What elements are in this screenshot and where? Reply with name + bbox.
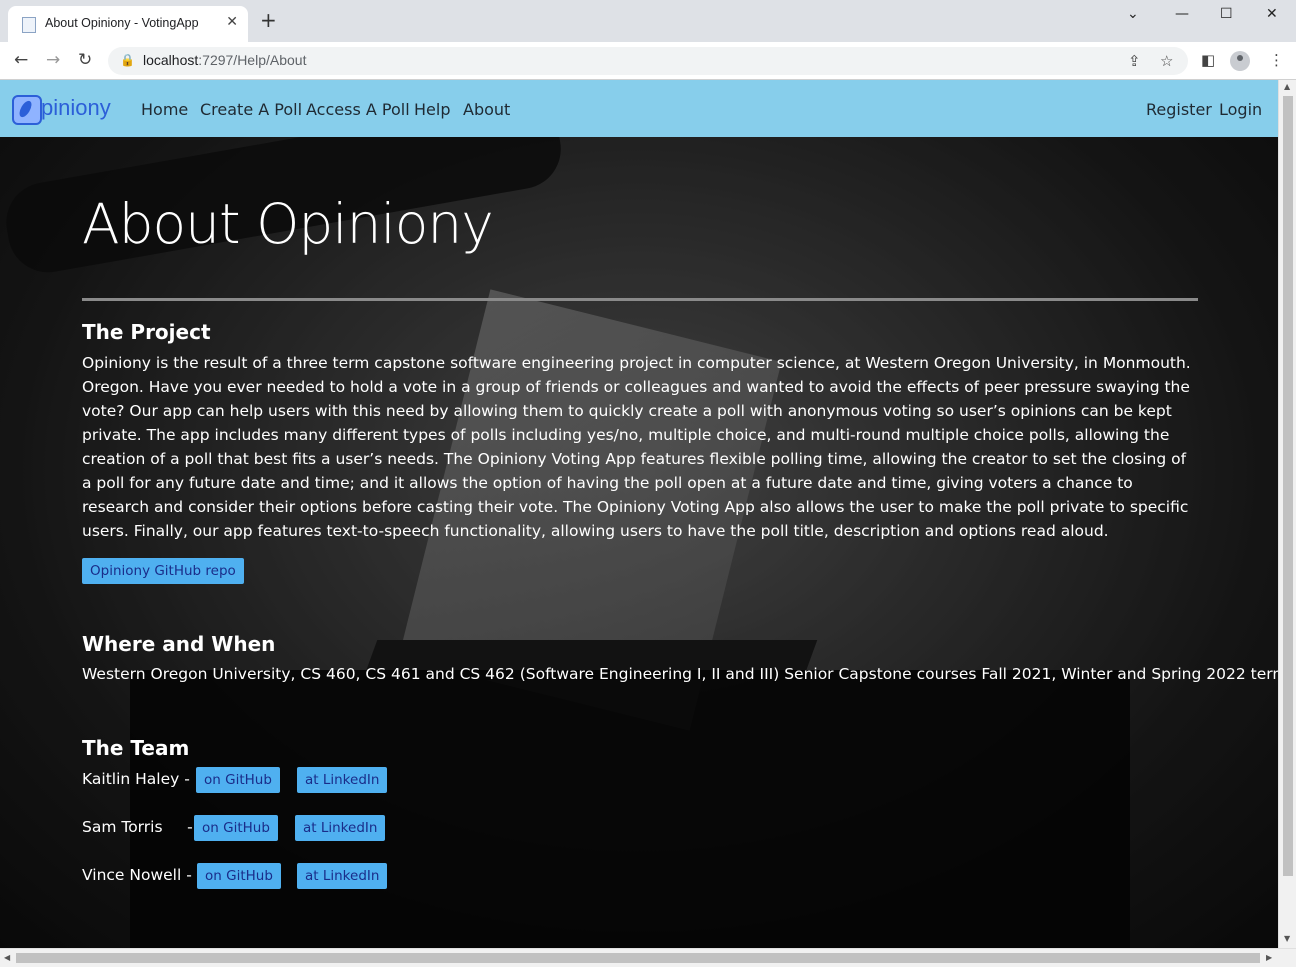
share-icon[interactable]: ⇪ xyxy=(1128,52,1141,70)
member-linkedin-button[interactable]: at LinkedIn xyxy=(295,815,386,841)
title-divider xyxy=(82,298,1198,301)
scroll-down-icon[interactable]: ▼ xyxy=(1284,934,1290,943)
browser-tab[interactable]: About Opiniony - VotingApp ✕ xyxy=(8,6,248,42)
bookmark-star-icon[interactable]: ☆ xyxy=(1160,52,1173,70)
browser-tab-bar: About Opiniony - VotingApp ✕ + ⌄ — ☐ ✕ xyxy=(0,0,1296,42)
scroll-up-icon[interactable]: ▲ xyxy=(1284,82,1290,91)
vertical-scroll-thumb[interactable] xyxy=(1283,96,1293,876)
lock-icon: 🔒 xyxy=(120,53,135,67)
close-tab-icon[interactable]: ✕ xyxy=(226,14,238,30)
nav-home[interactable]: Home xyxy=(141,100,188,119)
team-member-name: Vince Nowell - xyxy=(82,866,192,884)
project-heading: The Project xyxy=(82,320,211,344)
url-text: localhost:7297/Help/About xyxy=(143,52,307,68)
vertical-scrollbar[interactable]: ▲ ▼ xyxy=(1278,80,1296,948)
profile-avatar-icon[interactable] xyxy=(1230,51,1250,71)
scroll-left-icon[interactable]: ◀ xyxy=(4,953,10,962)
side-panel-icon[interactable]: ◧ xyxy=(1201,51,1215,69)
tab-search-icon[interactable]: ⌄ xyxy=(1127,6,1139,22)
member-linkedin-button[interactable]: at LinkedIn xyxy=(297,767,388,793)
project-description: Opiniony is the result of a three term c… xyxy=(82,354,1191,540)
nav-login[interactable]: Login xyxy=(1219,100,1262,119)
nav-access-poll[interactable]: Access A Poll xyxy=(306,100,410,119)
where-when-text: Western Oregon University, CS 460, CS 46… xyxy=(82,665,1278,683)
horizontal-scroll-thumb[interactable] xyxy=(16,953,1260,963)
nav-register[interactable]: Register xyxy=(1146,100,1212,119)
forward-icon[interactable]: → xyxy=(46,50,60,70)
minimize-icon[interactable]: — xyxy=(1175,6,1189,22)
page-title: About Opiniony xyxy=(82,192,494,256)
tab-title: About Opiniony - VotingApp xyxy=(45,16,199,30)
nav-create-poll[interactable]: Create A Poll xyxy=(200,100,302,119)
member-linkedin-button[interactable]: at LinkedIn xyxy=(297,863,388,889)
opiniony-logo-icon xyxy=(12,95,42,125)
site-navbar: piniony Home Create A Poll Access A Poll… xyxy=(0,80,1278,137)
menu-kebab-icon[interactable]: ⋮ xyxy=(1269,51,1284,69)
close-window-icon[interactable]: ✕ xyxy=(1266,6,1278,22)
member-github-button[interactable]: on GitHub xyxy=(196,767,280,793)
horizontal-scrollbar[interactable]: ◀ ▶ xyxy=(0,948,1296,967)
address-bar[interactable]: 🔒 localhost:7297/Help/About ⇪ ☆ xyxy=(108,47,1188,75)
maximize-icon[interactable]: ☐ xyxy=(1220,6,1233,22)
new-tab-icon[interactable]: + xyxy=(260,10,277,30)
team-member-name: Sam Torris - xyxy=(82,818,193,836)
brand-name: piniony xyxy=(41,95,111,120)
member-github-button[interactable]: on GitHub xyxy=(194,815,278,841)
scroll-right-icon[interactable]: ▶ xyxy=(1266,953,1272,962)
nav-about[interactable]: About xyxy=(463,100,510,119)
github-repo-button[interactable]: Opiniony GitHub repo xyxy=(82,558,244,584)
page-body: About Opiniony The Project Opiniony is t… xyxy=(0,80,1278,948)
page-favicon-icon xyxy=(22,17,36,33)
back-icon[interactable]: ← xyxy=(14,50,28,70)
browser-toolbar: ← → ↻ 🔒 localhost:7297/Help/About ⇪ ☆ ◧ … xyxy=(0,42,1296,80)
where-when-heading: Where and When xyxy=(82,632,276,656)
nav-help[interactable]: Help xyxy=(414,100,450,119)
team-member-name: Kaitlin Haley - xyxy=(82,770,190,788)
member-github-button[interactable]: on GitHub xyxy=(197,863,281,889)
reload-icon[interactable]: ↻ xyxy=(78,50,92,70)
team-heading: The Team xyxy=(82,736,190,760)
